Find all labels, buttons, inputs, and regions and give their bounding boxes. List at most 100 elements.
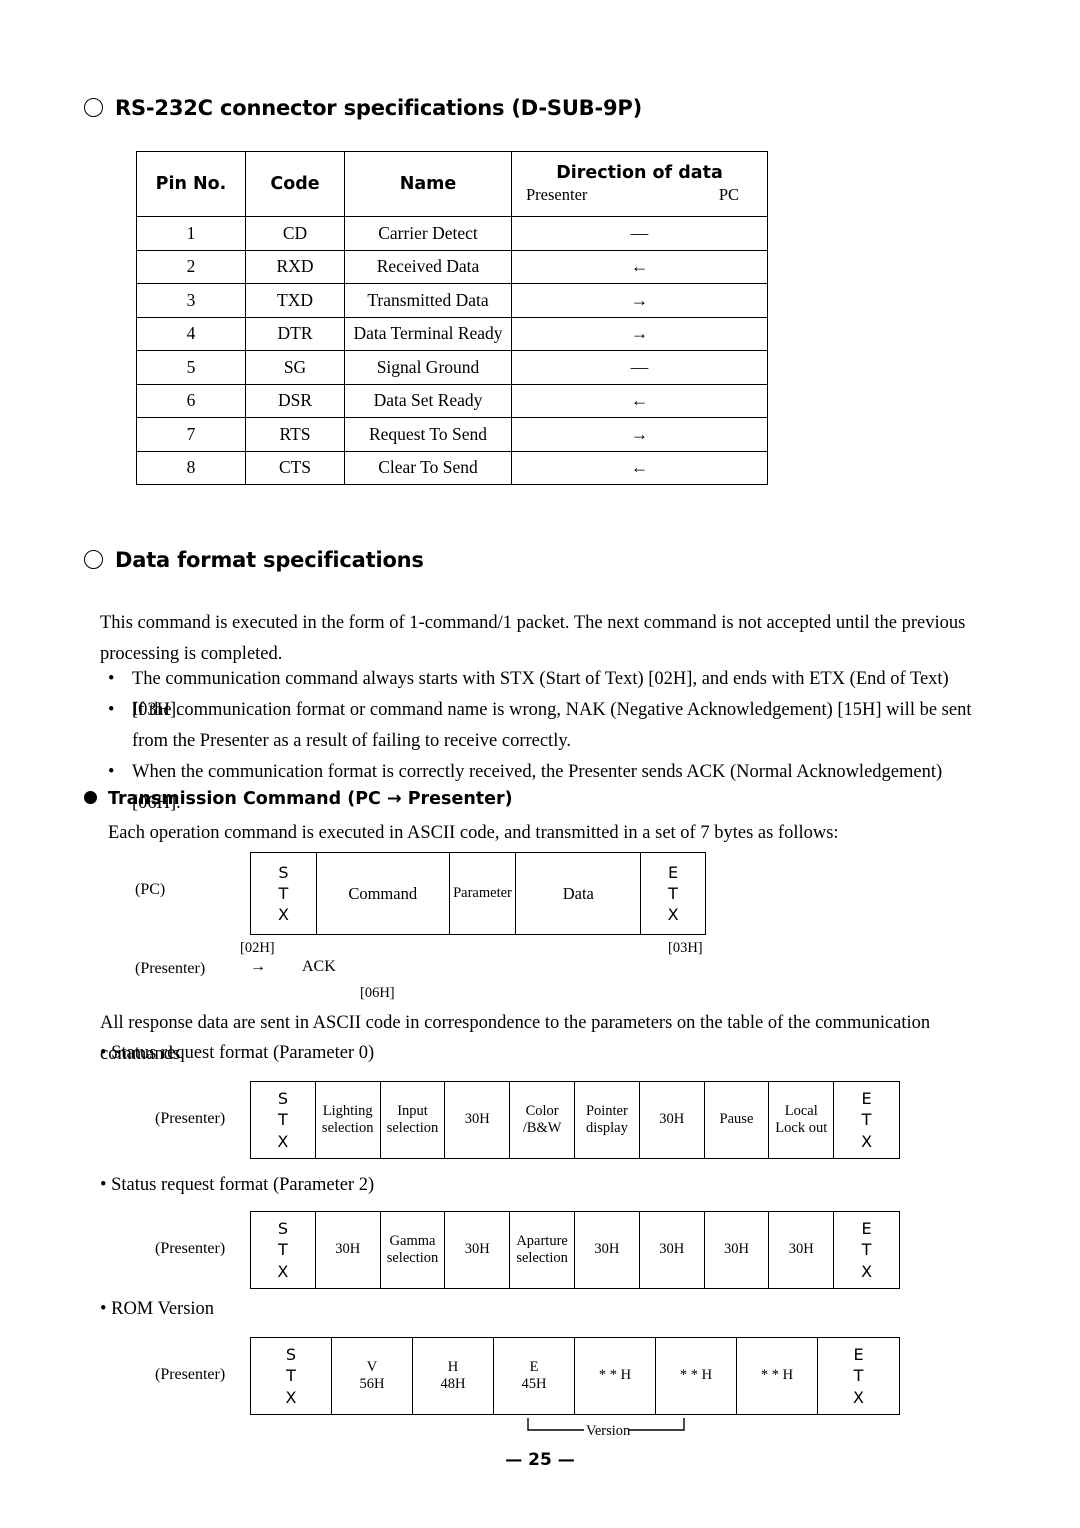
- packet-cell-text: T: [853, 1366, 864, 1386]
- packet-cell: Pointer display: [575, 1082, 640, 1158]
- bullet-item-3: • When the communication format is corre…: [100, 757, 985, 819]
- pc-sender-label: (PC): [135, 881, 166, 898]
- stx-code-label: [02H]: [240, 940, 275, 956]
- frame-cell-stx-text: STX: [277, 862, 289, 925]
- packet-cell-text: selection: [386, 1250, 439, 1266]
- packet-cell-text: Pointer: [585, 1102, 628, 1119]
- packet-cell-text: 30H: [723, 1241, 749, 1258]
- transmission-command-heading: Transmission Command (PC → Presenter): [84, 789, 513, 809]
- packet-cell: Aparture selection: [510, 1212, 575, 1288]
- packet-cell-text: T: [278, 1240, 288, 1260]
- cell-direction: →: [511, 316, 768, 351]
- packet-cell: Local Lock out: [769, 1082, 835, 1158]
- cell-name: Carrier Detect: [344, 216, 512, 251]
- cell-name: Received Data: [344, 249, 512, 284]
- packet-cell-text: Local: [784, 1102, 818, 1119]
- packet-cell-text: E: [861, 1219, 872, 1239]
- data-format-heading-text: Data format specifications: [115, 548, 424, 572]
- packet-cell-text: Gamma: [389, 1232, 436, 1249]
- cell-name: Data Set Ready: [344, 383, 512, 418]
- cell-pin-no: 6: [136, 383, 246, 418]
- packet-cell-text: V: [366, 1358, 378, 1375]
- ack-code-label: [06H]: [360, 985, 395, 1001]
- cell-code: DTR: [245, 316, 345, 351]
- bullet-text: When the communication format is correct…: [132, 762, 943, 813]
- table-header-row: Pin No. Code Name Direction of data Pres…: [136, 151, 768, 217]
- packet-cell-text: X: [277, 1131, 289, 1151]
- packet-cell-text: Input: [397, 1102, 428, 1119]
- header-pin-no: Pin No.: [136, 151, 246, 217]
- rom-version-sender: (Presenter): [155, 1366, 226, 1383]
- packet-cell: V 56H: [332, 1338, 413, 1414]
- transmission-description: Each operation command is executed in AS…: [108, 823, 839, 843]
- ack-label: ACK: [302, 958, 336, 975]
- packet-cell-text: * * H: [679, 1367, 713, 1384]
- packet-cell-text: Lock out: [775, 1120, 828, 1136]
- packet-cell: 30H: [316, 1212, 381, 1288]
- cell-pin-no: 8: [136, 450, 246, 485]
- packet-cell: 30H: [769, 1212, 835, 1288]
- packet-cell-text: 30H: [659, 1111, 685, 1128]
- cell-pin-no: 2: [136, 249, 246, 284]
- packet-cell-text: E: [529, 1358, 539, 1375]
- frame-cell-etx: ETX: [641, 853, 705, 934]
- packet-cell-text: S: [277, 1089, 288, 1109]
- status-format-2-diagram: S T X 30H Gamma selection 30H Aparture selection…: [250, 1211, 900, 1289]
- table-row: 7 RTS Request To Send →: [136, 417, 768, 452]
- cell-name: Request To Send: [344, 417, 512, 452]
- frame-cell-parameter: Parameter: [450, 853, 517, 934]
- command-frame-diagram: STX Command Parameter Data ETX: [250, 852, 706, 935]
- page-number: — 25 —: [505, 1450, 575, 1470]
- packet-cell-text: S: [285, 1345, 297, 1365]
- packet-cell: 30H: [575, 1212, 640, 1288]
- packet-cell-text: T: [861, 1110, 872, 1130]
- packet-cell: * * H: [575, 1338, 656, 1414]
- packet-cell: ETX: [834, 1212, 899, 1288]
- header-direction-pc: PC: [718, 185, 739, 204]
- transmission-command-heading-text: Transmission Command (PC → Presenter): [108, 789, 513, 809]
- packet-cell: Color/B&W: [510, 1082, 575, 1158]
- frame-cell-command: Command: [317, 853, 450, 934]
- cell-code: DSR: [245, 383, 345, 418]
- table-body: 1 CD Carrier Detect —2 RXD Received Data ← 3 TXD…: [136, 216, 768, 485]
- bullet-marker: •: [108, 700, 115, 720]
- packet-cell: 30H: [640, 1082, 705, 1158]
- document-page: RS-232C connector specifications (D-SUB-…: [0, 0, 1080, 1528]
- cell-code: CD: [245, 216, 345, 251]
- frame-cell-stx: STX: [251, 853, 317, 934]
- packet-cell: STX: [251, 1212, 316, 1288]
- cell-direction: ←: [511, 249, 768, 284]
- circle-bullet-icon: [84, 98, 103, 117]
- packet-cell: ETX: [834, 1082, 899, 1158]
- packet-cell: * * H: [656, 1338, 737, 1414]
- cell-direction: —: [511, 350, 768, 385]
- header-direction-title: Direction of data: [556, 163, 723, 183]
- packet-cell: 30H: [445, 1082, 511, 1158]
- packet-cell-text: * * H: [598, 1367, 632, 1384]
- etx-code-label: [03H]: [668, 940, 703, 956]
- presenter-response-label: (Presenter): [135, 960, 206, 977]
- table-row: 1 CD Carrier Detect —: [136, 216, 768, 251]
- frame-cell-data: Data: [516, 853, 642, 934]
- bullet-marker: •: [108, 762, 115, 782]
- packet-cell-text: display: [585, 1120, 628, 1136]
- packet-cell-text: 30H: [594, 1241, 620, 1258]
- frame-cell-data-text: Data: [562, 883, 594, 903]
- cell-pin-no: 7: [136, 417, 246, 452]
- packet-cell-text: X: [861, 1261, 873, 1281]
- cell-code: RXD: [245, 249, 345, 284]
- cell-direction: →: [511, 283, 768, 318]
- packet-cell-text: S: [277, 1219, 288, 1239]
- frame-cell-etx-text: ETX: [667, 862, 679, 925]
- packet-cell: * * H: [737, 1338, 818, 1414]
- rom-version-diagram: S T X V 56H H 48H E 45H * * H * * H * * HETX: [250, 1337, 900, 1415]
- packet-cell-text: T: [278, 1110, 288, 1130]
- packet-cell: STX: [251, 1082, 316, 1158]
- packet-cell-text: selection: [516, 1250, 568, 1266]
- packet-cell-text: X: [861, 1131, 873, 1151]
- packet-cell-text: T: [861, 1240, 872, 1260]
- cell-direction: ←: [511, 383, 768, 418]
- packet-cell-text: 56H: [359, 1376, 385, 1392]
- header-name: Name: [344, 151, 512, 217]
- cell-pin-no: 3: [136, 283, 246, 318]
